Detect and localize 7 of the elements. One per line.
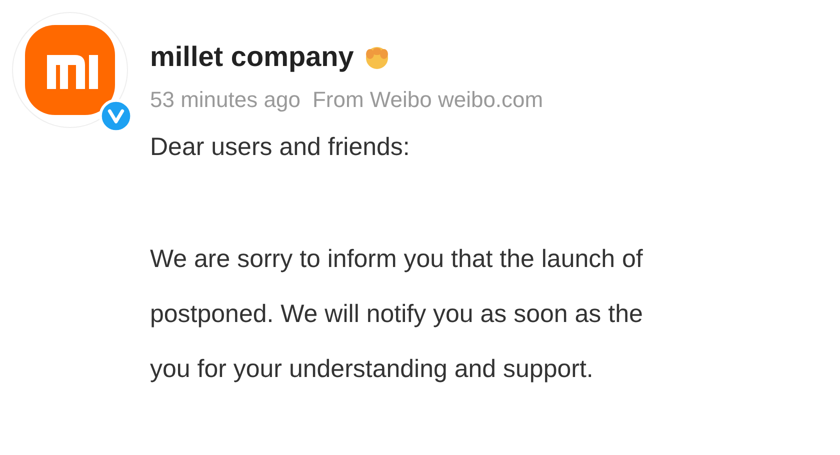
post-text-line: postponed. We will notify you as soon as the — [150, 299, 643, 330]
post-text-line: We are sorry to inform you that the launch of — [150, 244, 643, 275]
post-text-line: you for your understanding and support. — [150, 354, 594, 385]
author-name[interactable]: millet company — [150, 41, 354, 73]
post-time: 53 minutes ago — [150, 87, 300, 113]
post-text-line: Dear users and friends: — [150, 132, 411, 163]
logo-icon — [25, 25, 115, 115]
